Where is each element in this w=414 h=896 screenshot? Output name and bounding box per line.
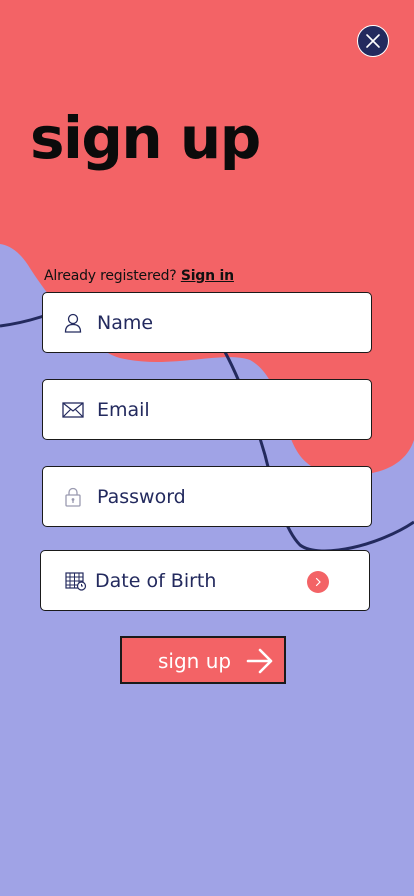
already-registered-text: Already registered? (44, 268, 177, 284)
lock-icon (62, 486, 84, 508)
close-icon (366, 34, 380, 48)
envelope-icon (62, 399, 84, 421)
chevron-right-icon (315, 577, 321, 587)
email-input[interactable] (97, 394, 359, 426)
sign-in-link[interactable]: Sign in (181, 268, 234, 284)
dob-input[interactable] (95, 565, 299, 597)
sign-up-button[interactable]: sign up (120, 636, 286, 684)
password-input[interactable] (97, 481, 359, 513)
arrow-right-icon (246, 648, 273, 674)
dob-picker-button[interactable] (307, 571, 329, 593)
page-title: sign up (30, 104, 261, 172)
name-input[interactable] (97, 307, 359, 339)
email-field[interactable] (42, 379, 372, 440)
password-field[interactable] (42, 466, 372, 527)
calendar-icon (65, 570, 87, 592)
close-button[interactable] (357, 25, 389, 57)
user-icon (62, 312, 84, 334)
name-field[interactable] (42, 292, 372, 353)
already-registered-line: Already registered? Sign in (44, 268, 234, 284)
dob-field[interactable] (40, 550, 370, 611)
sign-up-button-label: sign up (158, 649, 232, 673)
